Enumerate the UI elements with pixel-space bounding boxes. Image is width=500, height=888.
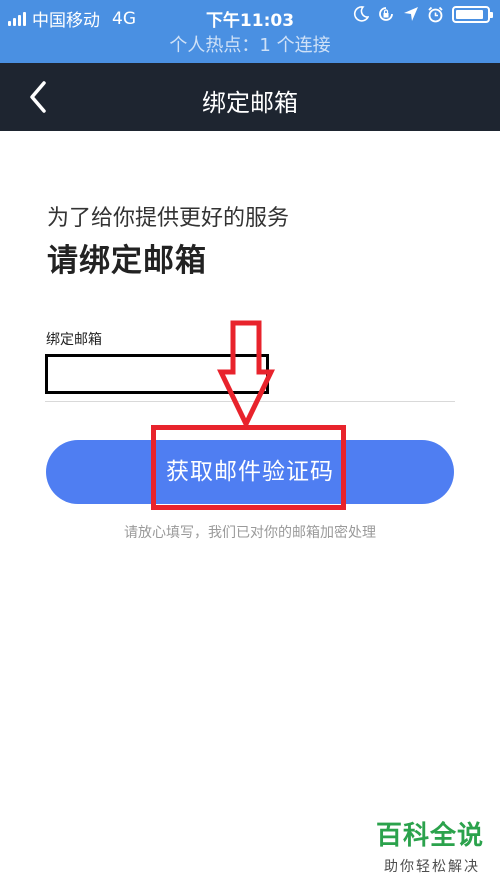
- rotation-lock-icon: [379, 7, 393, 21]
- battery-fill: [456, 9, 483, 19]
- email-field-label: 绑定邮箱: [46, 332, 102, 348]
- alarm-icon: [428, 6, 443, 22]
- status-bar: 中国移动 4G 下午11:03: [0, 0, 500, 33]
- privacy-hint: 请放心填写，我们已对你的邮箱加密处理: [124, 525, 376, 541]
- down-arrow-annotation: [217, 320, 275, 430]
- watermark-logo: 百科全说: [375, 821, 484, 851]
- battery-icon: [452, 5, 493, 23]
- hotspot-banner[interactable]: 个人热点：1 个连接: [0, 33, 500, 63]
- intro-text: 为了给你提供更好的服务: [47, 206, 290, 231]
- navigation-bar: 绑定邮箱: [0, 63, 500, 131]
- status-right: [353, 5, 493, 23]
- highlight-box: [151, 425, 346, 510]
- moon-icon: [353, 6, 369, 22]
- headline: 请绑定邮箱: [47, 243, 207, 279]
- page-title: 绑定邮箱: [202, 89, 298, 117]
- location-icon: [404, 7, 418, 21]
- watermark-slogan: 助你轻松解决: [384, 859, 480, 875]
